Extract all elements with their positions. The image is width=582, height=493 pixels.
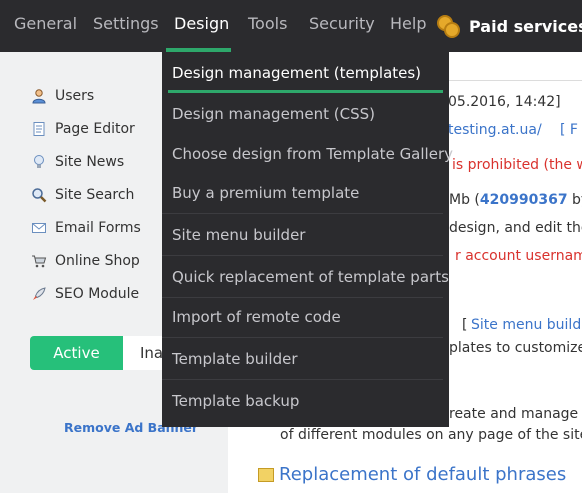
sidebar-item-users[interactable]: Users bbox=[30, 85, 94, 107]
nav-help[interactable]: Help bbox=[390, 0, 426, 52]
menu-item-template-builder[interactable]: Template builder bbox=[162, 338, 443, 380]
menu-item-import-remote[interactable]: Import of remote code bbox=[162, 296, 443, 338]
menu-item-site-menu-builder[interactable]: Site menu builder bbox=[162, 214, 443, 256]
cart-icon bbox=[30, 252, 48, 270]
toggle-active[interactable]: Active bbox=[30, 336, 123, 370]
storage-info: Mb (420990367 by bbox=[449, 192, 582, 208]
design-dropdown-menu: Design management (templates) Design man… bbox=[162, 52, 453, 427]
menu-item-template-gallery[interactable]: Choose design from Template Gallery bbox=[162, 133, 453, 175]
sidebar-item-site-search[interactable]: Site Search bbox=[30, 184, 134, 206]
site-url-link[interactable]: testing.at.ua/ bbox=[448, 122, 542, 138]
replacement-link-text[interactable]: Replacement of default phrases bbox=[279, 464, 566, 485]
nav-tools[interactable]: Tools bbox=[248, 0, 287, 52]
mail-icon bbox=[30, 219, 48, 237]
top-navbar: General Settings Design Tools Security H… bbox=[0, 0, 582, 52]
paid-services-label: Paid services bbox=[469, 16, 582, 36]
nav-security[interactable]: Security bbox=[309, 0, 375, 52]
storage-number[interactable]: 420990367 bbox=[480, 192, 568, 208]
modules-text: of different modules on any page of the … bbox=[280, 427, 582, 443]
page-icon bbox=[30, 120, 48, 138]
sidebar-item-email-forms[interactable]: Email Forms bbox=[30, 217, 141, 239]
user-icon bbox=[30, 87, 48, 105]
sidebar-item-label: Page Editor bbox=[55, 121, 135, 137]
ftp-bracket[interactable]: [ F bbox=[560, 122, 578, 138]
sidebar-item-online-shop[interactable]: Online Shop bbox=[30, 250, 140, 272]
menu-item-buy-premium[interactable]: Buy a premium template bbox=[162, 172, 443, 214]
date-text: 05.2016, 14:42] bbox=[448, 94, 561, 110]
sidebar-item-label: Site Search bbox=[55, 187, 135, 203]
menu-item-template-backup[interactable]: Template backup bbox=[162, 380, 443, 422]
menu-item-design-templates[interactable]: Design management (templates) bbox=[162, 52, 443, 94]
sidebar-item-label: Email Forms bbox=[55, 220, 141, 236]
menu-builder-bracket: [ bbox=[462, 317, 468, 333]
sidebar-item-label: SEO Module bbox=[55, 286, 140, 302]
storage-prefix: Mb ( bbox=[449, 192, 480, 208]
replacement-default-phrases[interactable]: Replacement of default phrases bbox=[258, 464, 566, 485]
site-menu-builder-link[interactable]: Site menu builde bbox=[471, 317, 582, 333]
sidebar-item-label: Site News bbox=[55, 154, 125, 170]
bulb-icon bbox=[30, 153, 48, 171]
info-box-border bbox=[443, 80, 582, 81]
templates-text: plates to customize bbox=[449, 340, 582, 356]
coins-icon bbox=[437, 13, 461, 39]
nav-design[interactable]: Design bbox=[174, 0, 229, 52]
create-manage-text: reate and manage in bbox=[449, 406, 582, 422]
prohibited-warning: is prohibited (the w bbox=[452, 157, 582, 173]
sidebar-item-seo-module[interactable]: SEO Module bbox=[30, 283, 139, 305]
storage-suffix: by bbox=[572, 192, 582, 208]
sidebar-item-label: Users bbox=[55, 88, 95, 104]
username-warning: r account username bbox=[455, 248, 582, 264]
menu-item-quick-replacement[interactable]: Quick replacement of template parts bbox=[162, 256, 449, 298]
sidebar-item-site-news[interactable]: Site News bbox=[30, 151, 124, 173]
design-text: design, and edit the bbox=[449, 220, 582, 236]
active-toggle[interactable]: Active Ina bbox=[30, 336, 180, 370]
paid-services-button[interactable]: Paid services bbox=[437, 0, 582, 52]
menu-item-design-css[interactable]: Design management (CSS) bbox=[162, 93, 443, 135]
search-icon bbox=[30, 186, 48, 204]
nav-general[interactable]: General bbox=[14, 0, 77, 52]
edit-icon bbox=[258, 467, 274, 482]
sidebar-item-page-editor[interactable]: Page Editor bbox=[30, 118, 135, 140]
nav-settings[interactable]: Settings bbox=[93, 0, 159, 52]
sidebar-item-label: Online Shop bbox=[55, 253, 140, 269]
rocket-icon bbox=[30, 285, 48, 303]
